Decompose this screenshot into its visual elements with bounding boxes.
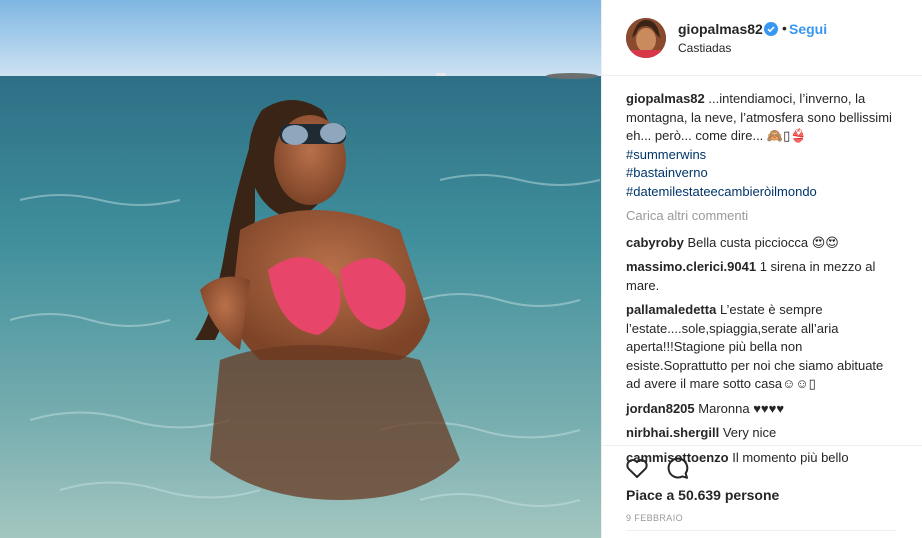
comment-username[interactable]: cabyroby: [626, 235, 684, 250]
header-username[interactable]: giopalmas82: [678, 21, 763, 37]
beach-photo: [0, 0, 601, 538]
list-item: jordan8205 Maronna ♥♥♥♥: [626, 400, 896, 419]
comment-username[interactable]: nirbhai.shergill: [626, 425, 719, 440]
heart-icon[interactable]: [624, 455, 650, 481]
hashtag-link[interactable]: #datemilestateecambieròilmondo: [626, 183, 896, 202]
post-photo[interactable]: [0, 0, 601, 538]
likes-count[interactable]: Piace a 50.639 persone: [626, 487, 779, 503]
post-header: giopalmas82 • Segui Castiadas: [602, 0, 922, 76]
comment-text: Bella custa picciocca 😍😍: [687, 234, 839, 250]
hashtag-link[interactable]: #summerwins: [626, 146, 896, 165]
post-actions: Piace a 50.639 persone 9 FEBBRAIO: [602, 445, 922, 538]
follow-button[interactable]: Segui: [789, 21, 827, 37]
caption: giopalmas82 ...intendiamoci, l’inverno, …: [626, 90, 896, 201]
list-item: cabyroby Bella custa picciocca 😍😍: [626, 234, 896, 253]
verified-badge-icon: [764, 22, 778, 36]
hashtag-link[interactable]: #bastainverno: [626, 165, 708, 180]
instagram-post: giopalmas82 • Segui Castiadas giopalmas8…: [0, 0, 922, 538]
avatar[interactable]: [626, 18, 666, 58]
comment-username[interactable]: massimo.clerici.9041: [626, 259, 756, 274]
comments-list: giopalmas82 ...intendiamoci, l’inverno, …: [626, 90, 896, 473]
list-item: pallamaledetta L’estate è sempre l’estat…: [626, 301, 896, 394]
comment-text: Very nice: [722, 425, 777, 440]
avatar-image: [626, 18, 666, 58]
comment-username[interactable]: jordan8205: [626, 401, 695, 416]
location-link[interactable]: Castiadas: [678, 41, 731, 55]
comment-text: Maronna ♥♥♥♥: [698, 400, 785, 416]
header-separator: •: [782, 20, 787, 36]
comment-username[interactable]: pallamaledetta: [626, 302, 716, 317]
list-item: massimo.clerici.9041 1 sirena in mezzo a…: [626, 258, 896, 295]
comment-icon[interactable]: [665, 455, 691, 481]
load-more-comments[interactable]: Carica altri commenti: [626, 207, 896, 226]
divider: [626, 530, 896, 531]
caption-username[interactable]: giopalmas82: [626, 91, 705, 106]
post-date[interactable]: 9 FEBBRAIO: [626, 513, 683, 523]
list-item: nirbhai.shergill Very nice: [626, 424, 896, 443]
post-sidebar: giopalmas82 • Segui Castiadas giopalmas8…: [601, 0, 922, 538]
